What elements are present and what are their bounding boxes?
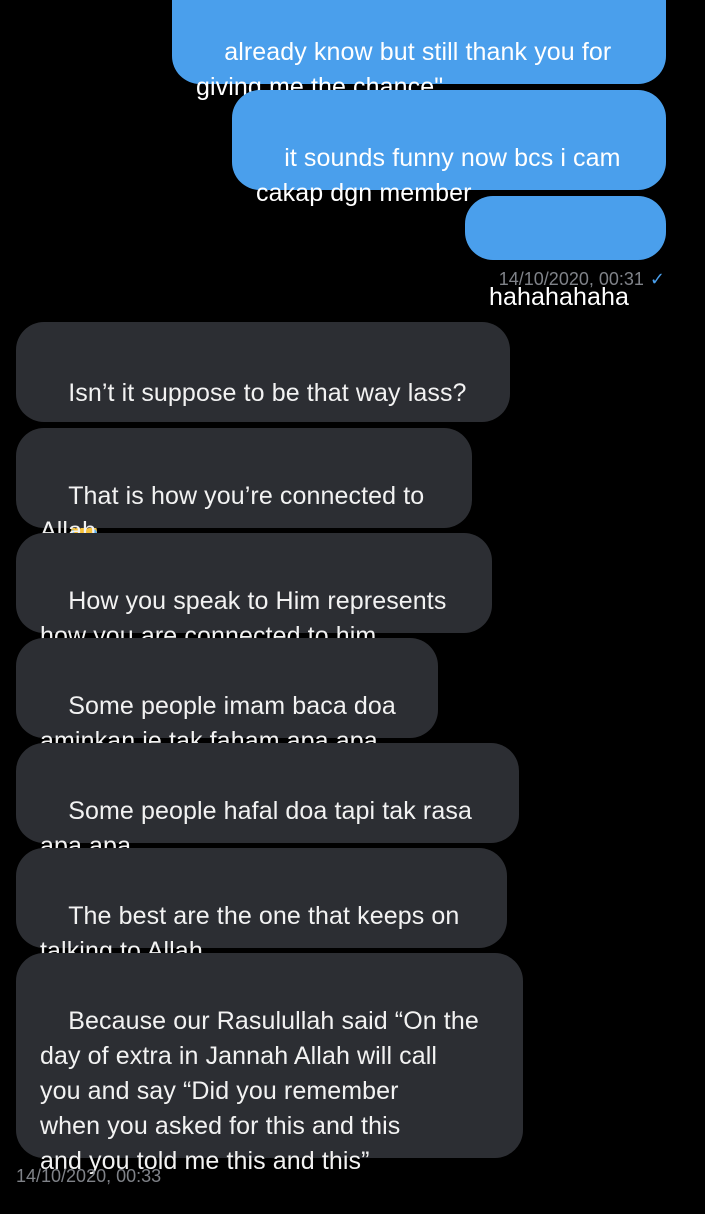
read-check-icon: ✓ <box>649 269 665 289</box>
sent-message-bubble[interactable]: already know but still thank you for giv… <box>172 0 666 101</box>
timestamp-text: 14/10/2020, 00:31 <box>498 269 644 289</box>
received-message-text: Because our Rasulullah said “On the day … <box>40 1007 479 1175</box>
received-message-bubble[interactable]: That is how you’re connected to Allah <box>16 428 472 545</box>
received-message-bubble[interactable]: Because our Rasulullah said “On the day … <box>16 953 523 1175</box>
received-message-bubble[interactable]: Isn’t it suppose to be that way lass? <box>16 322 510 545</box>
sent-message-bubble[interactable]: hahahahaha <box>465 196 666 311</box>
received-message-bubble[interactable]: Some people hafal doa tapi tak rasa apa … <box>16 743 519 860</box>
timestamp-text: 14/10/2020, 00:33 <box>16 1166 162 1186</box>
received-message-bubble[interactable]: How you speak to Him represents how you … <box>16 533 492 650</box>
received-message-bubble[interactable]: The best are the one that keeps on talki… <box>16 848 507 965</box>
received-message-text: Isn’t it suppose to be that way lass? <box>68 379 467 407</box>
sent-message-bubble[interactable]: it sounds funny now bcs i cam cakap dgn … <box>232 90 666 207</box>
received-message-bubble[interactable]: Some people imam baca doa aminkan je tak… <box>16 638 438 755</box>
received-timestamp: 14/10/2020, 00:33 <box>16 1166 161 1187</box>
sent-timestamp: 14/10/2020, 00:31 ✓ <box>499 269 665 290</box>
chat-thread: already know but still thank you for giv… <box>0 0 705 1200</box>
